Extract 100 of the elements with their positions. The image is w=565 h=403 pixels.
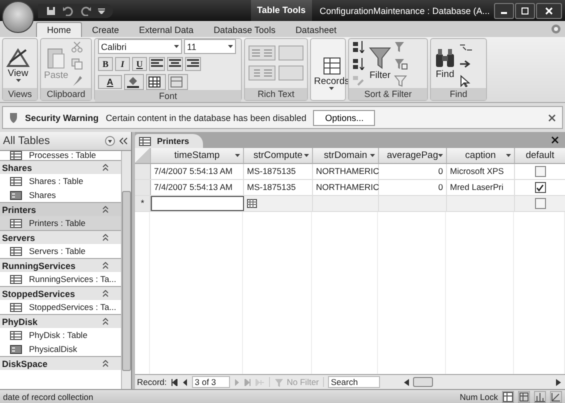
collapse-icon[interactable] [102,290,109,297]
table-cell: Mred LaserPri [447,180,515,195]
datasheet-view-icon[interactable] [502,390,514,402]
document-tab[interactable]: Printers [135,134,204,148]
num-lock-indicator: Num Lock [460,392,498,402]
design-view-icon[interactable] [550,390,562,402]
collapse-icon[interactable] [102,234,109,241]
save-icon[interactable] [46,6,56,16]
column-header[interactable]: default [515,148,565,163]
customize-caret-icon[interactable] [98,8,105,14]
group-label: Font [95,90,241,102]
close-icon[interactable] [551,136,559,144]
filter-options-icon[interactable] [394,58,408,70]
collapse-pane-icon[interactable] [118,136,128,146]
office-button[interactable] [2,1,34,33]
checkbox[interactable] [534,182,546,193]
close-icon[interactable] [548,114,556,122]
form-icon [10,344,22,354]
undo-icon[interactable] [62,6,74,16]
warning-title: Security Warning [25,112,99,122]
sort-ascending-icon[interactable] [352,40,366,52]
column-header[interactable]: strCompute [244,148,313,163]
nav-item[interactable]: Printers : Table [0,216,121,230]
align-center-icon[interactable] [167,57,183,71]
font-color-button[interactable]: A [98,75,122,89]
ribbon-tab[interactable]: Datasheet [285,23,346,37]
records-button[interactable]: Records [314,56,350,90]
find-button[interactable]: Find [434,47,456,80]
scrollbar[interactable] [121,151,131,389]
caret-icon[interactable] [304,154,309,157]
status-text: date of record collection [3,392,94,402]
caret-icon[interactable] [370,154,375,157]
table-cell: MS-1875135 [244,180,313,195]
font-name-dropdown[interactable]: Calibri [98,39,182,54]
warning-message: Certain content in the database has been disabled [106,112,306,122]
align-left-icon[interactable] [149,57,165,71]
caret-icon[interactable] [235,154,240,157]
sort-descending-icon[interactable] [352,58,366,70]
caret-icon [174,45,179,48]
group-header[interactable]: Shares [0,160,121,174]
font-style-button[interactable]: B [98,57,113,71]
dropdown-icon[interactable] [105,136,115,146]
group-header[interactable]: PhyDisk [0,314,121,328]
checkbox[interactable] [534,166,546,177]
column-header[interactable]: strDomain [313,148,379,163]
go-to-arrow-icon[interactable] [459,58,473,70]
previous-record-icon[interactable] [182,378,188,386]
scroll-left-icon[interactable] [404,378,409,386]
pivot-chart-icon[interactable] [534,390,546,402]
align-right-icon[interactable] [185,57,201,71]
context-tab-label: Table Tools [251,0,312,21]
checkbox[interactable] [534,198,546,209]
form-icon [10,190,22,200]
group-label: Clipboard [41,88,91,100]
group-header[interactable]: RunningServices [0,258,121,272]
caret-icon [16,78,20,82]
caret-icon [329,86,334,90]
redo-icon[interactable] [80,6,92,16]
font-style-button[interactable]: U [132,57,147,71]
fill-color-icon[interactable] [124,74,144,90]
table-cell: 7/4/2007 5:54:13 AM [151,164,244,179]
calendar-icon[interactable] [247,199,257,208]
caret-icon[interactable] [506,154,511,157]
collapse-icon[interactable] [102,262,109,269]
ribbon-tab[interactable]: Database Tools [204,23,286,37]
select-pointer-icon[interactable] [459,74,473,86]
pivot-table-icon[interactable] [518,390,530,402]
group-header[interactable]: DiskSpace [0,356,121,370]
options-button[interactable]: Options... [313,110,376,126]
table-cell: NORTHAMERIC [313,180,379,195]
caret-icon[interactable] [438,154,443,157]
ribbon-tab[interactable]: Create [82,23,130,37]
help-icon[interactable] [551,24,561,34]
toggle-filter-icon[interactable] [394,74,408,86]
font-style-button[interactable]: I [115,57,130,71]
column-header[interactable]: averagePag [379,148,447,163]
search-field[interactable]: Search [328,376,380,388]
gridlines-icon[interactable] [146,74,166,90]
collapse-icon[interactable] [102,164,109,171]
restore-icon[interactable] [521,6,529,14]
column-header[interactable]: caption [447,148,515,163]
ribbon-tab[interactable]: Home [36,22,82,37]
ribbon-tab[interactable]: External Data [129,23,204,37]
collapse-icon[interactable] [102,318,109,325]
group-header[interactable]: Printers [0,202,121,216]
collapse-icon[interactable] [102,206,109,213]
scroll-right-icon[interactable] [556,378,561,386]
scrollbar-thumb[interactable] [412,377,433,387]
table-cell: MS-1875135 [244,164,313,179]
first-record-icon[interactable] [170,378,178,386]
group-header[interactable]: StoppedServices [0,286,121,300]
input-field[interactable] [151,196,244,211]
shield-icon [9,112,18,123]
collapse-icon[interactable] [102,360,109,367]
rich-text-icons-drawing [248,44,304,84]
column-header[interactable]: timeStamp [151,148,244,163]
record-position-field[interactable]: 3 of 3 [192,376,230,388]
group-header[interactable]: Servers [0,230,121,244]
font-size-dropdown[interactable]: 11 [184,39,236,54]
table-cell: 0 [379,180,447,195]
